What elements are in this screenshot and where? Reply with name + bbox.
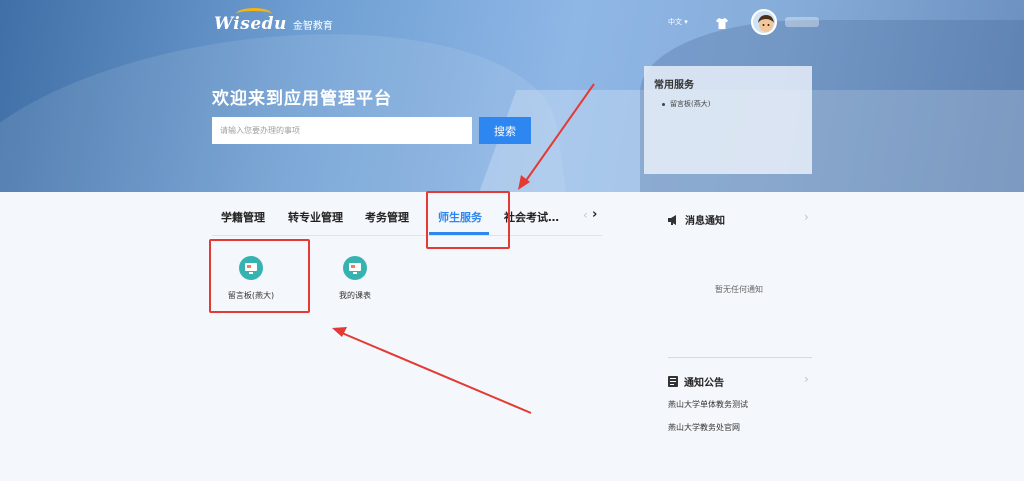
common-service-item[interactable]: 留言板(燕大) (662, 99, 802, 109)
annotation-arrow-line (341, 332, 532, 414)
announcements-header: 通知公告 (668, 374, 724, 389)
divider (668, 357, 812, 358)
page-title: 欢迎来到应用管理平台 (212, 89, 392, 109)
announcement-item[interactable]: 燕山大学单体教务测试 (668, 399, 748, 410)
notices-title: 消息通知 (685, 216, 725, 227)
annotation-arrowhead (332, 327, 347, 337)
logo-arc-icon (236, 8, 272, 20)
chevron-right-icon[interactable]: › (592, 207, 597, 222)
theme-shirt-icon[interactable] (716, 14, 728, 33)
common-services-title: 常用服务 (654, 80, 694, 91)
user-avatar[interactable] (751, 9, 777, 35)
app-my-timetable[interactable]: 我的课表 (315, 256, 395, 301)
search-input[interactable] (212, 117, 472, 144)
bullet-icon (662, 102, 665, 106)
notices-header: 消息通知 (668, 212, 725, 227)
announcement-item[interactable]: 燕山大学教务处官网 (668, 422, 740, 433)
monitor-icon (343, 256, 367, 280)
common-service-label: 留言板(燕大) (670, 100, 711, 108)
chevron-left-icon[interactable]: ‹ (583, 208, 588, 222)
logo-subtitle: 金智教育 (292, 21, 333, 32)
document-icon (668, 376, 678, 387)
tab-exam-affairs[interactable]: 考务管理 (365, 209, 409, 225)
megaphone-icon (668, 214, 676, 225)
category-tabs: 学籍管理 转专业管理 考务管理 师生服务 社会考试… ‹ › (212, 200, 602, 236)
common-services-panel: 常用服务 留言板(燕大) (644, 66, 812, 174)
tab-major-transfer[interactable]: 转专业管理 (288, 209, 343, 225)
notices-more-chevron-icon[interactable]: › (804, 210, 809, 224)
logo[interactable]: Wisedu 金智教育 (214, 8, 333, 34)
announcements-more-chevron-icon[interactable]: › (804, 372, 809, 386)
announcements-title: 通知公告 (684, 378, 724, 389)
hero-banner (0, 0, 1024, 192)
tab-social-exams[interactable]: 社会考试… (504, 209, 559, 225)
notices-empty-message: 暂无任何通知 (715, 285, 763, 294)
app-label: 我的课表 (339, 291, 371, 300)
annotation-box-tab (426, 191, 510, 249)
search-button[interactable]: 搜索 (479, 117, 531, 144)
annotation-box-app (209, 239, 310, 313)
tab-student-status[interactable]: 学籍管理 (221, 209, 265, 225)
username-blurred[interactable] (785, 17, 819, 27)
language-selector[interactable]: 中文 ▾ (668, 17, 688, 27)
